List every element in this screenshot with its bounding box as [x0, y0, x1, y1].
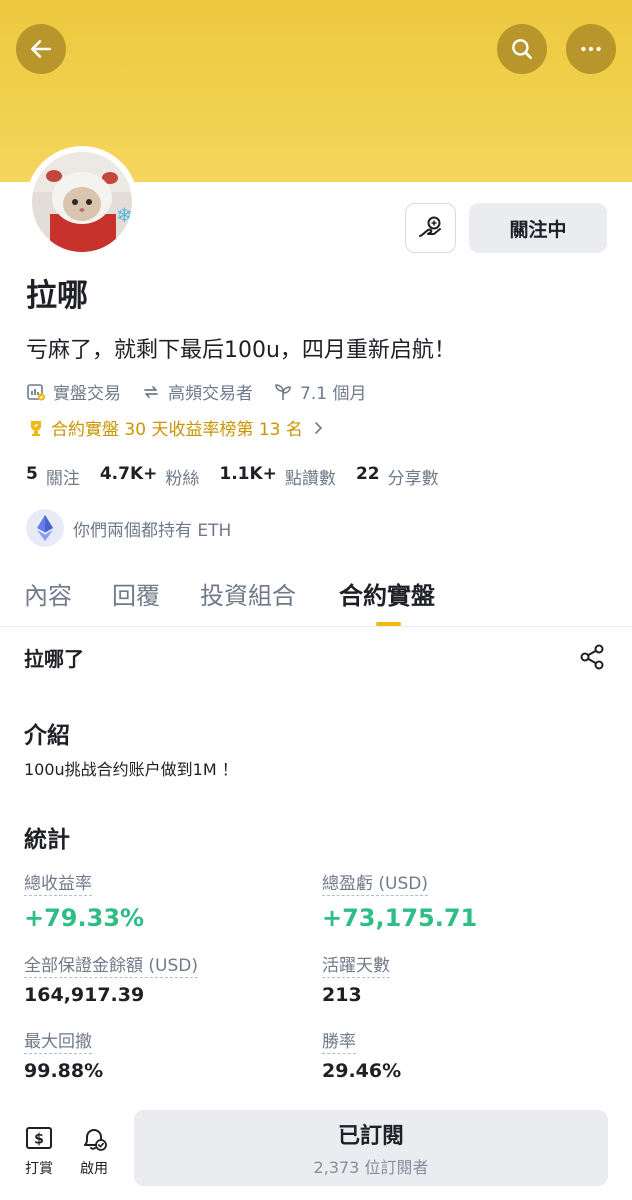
ethereum-icon — [26, 509, 64, 547]
stat-max-drawdown: 最大回撤 99.88% — [24, 1027, 103, 1082]
tag-live-trading: 實盤交易 — [26, 379, 121, 404]
stat-total-pnl: 總盈虧 (USD) +73,175.71 — [322, 869, 477, 932]
tag-label: 高頻交易者 — [168, 384, 253, 404]
tag-high-frequency: 高頻交易者 — [141, 379, 253, 404]
shared-holding-text: 你們兩個都持有 ETH — [73, 520, 232, 541]
stat-value: 213 — [322, 984, 362, 1006]
profile-tabs: 內容 回覆 投資組合 合約實盤 — [0, 572, 632, 627]
profile-name: 拉哪 — [26, 278, 88, 314]
intro-text: 100u挑战合约账户做到1M ！ — [24, 760, 238, 779]
tip-hand-coin-icon — [418, 216, 441, 237]
count-value: 1.1K+ — [219, 464, 277, 484]
chart-badge-icon — [27, 383, 46, 401]
count-label: 點讚數 — [284, 469, 336, 489]
stat-active-days: 活躍天數 213 — [322, 951, 390, 1006]
shares-count: 22 分享數 — [356, 464, 439, 489]
enable-action[interactable]: 啟用 — [79, 1124, 109, 1178]
tag-label: 實盤交易 — [53, 384, 121, 404]
following-count[interactable]: 5 關注 — [26, 464, 80, 489]
subscribe-label: 已訂閱 — [337, 1124, 404, 1149]
stat-value: 164,917.39 — [24, 984, 145, 1006]
tag-label: 7.1 個月 — [300, 384, 367, 404]
svg-text:$: $ — [34, 1132, 44, 1148]
likes-count: 1.1K+ 點讚數 — [219, 464, 336, 489]
tip-label: 打賞 — [25, 1161, 53, 1177]
share-icon[interactable] — [578, 643, 606, 671]
followers-count[interactable]: 4.7K+ 粉絲 — [100, 464, 200, 489]
profile-counts: 5 關注 4.7K+ 粉絲 1.1K+ 點讚數 22 分享數 — [26, 464, 459, 489]
subscribed-button[interactable]: 已訂閱 2,373 位訂閱者 — [134, 1110, 608, 1186]
stat-margin-balance: 全部保證金餘額 (USD) 164,917.39 — [24, 951, 198, 1006]
stat-label[interactable]: 總收益率 — [24, 869, 92, 896]
search-button[interactable] — [497, 24, 547, 74]
more-button[interactable] — [566, 24, 616, 74]
stats-heading: 統計 — [24, 827, 70, 853]
active-tab-indicator — [376, 622, 401, 626]
tip-button[interactable] — [405, 203, 456, 253]
tab-portfolio[interactable]: 投資組合 — [200, 576, 296, 611]
count-label: 粉絲 — [165, 469, 200, 489]
count-label: 關注 — [45, 469, 80, 489]
svg-text:❄: ❄ — [116, 203, 132, 227]
leaderboard-rank-link[interactable]: 合約實盤 30 天收益率榜第 13 名 — [26, 415, 330, 440]
shared-holding[interactable]: 你們兩個都持有 ETH — [26, 509, 231, 547]
count-value: 22 — [355, 464, 380, 484]
avatar-image: ❄ — [32, 152, 132, 252]
profile-tags: 實盤交易 高頻交易者 7.1 個月 — [26, 379, 386, 404]
tab-futures-live[interactable]: 合約實盤 — [339, 576, 435, 611]
back-arrow-icon — [31, 40, 51, 58]
stat-value: 29.46% — [322, 1060, 402, 1082]
following-button[interactable]: 關注中 — [469, 203, 607, 253]
tip-action[interactable]: $ 打賞 — [24, 1124, 54, 1178]
profile-bio: 亏麻了，就剩下最后100u，四月重新启航！ — [26, 338, 456, 363]
subscriber-count: 2,373 位訂閱者 — [313, 1158, 429, 1177]
stat-label[interactable]: 全部保證金餘額 (USD) — [24, 951, 198, 978]
intro-heading: 介紹 — [24, 723, 70, 749]
search-icon — [512, 39, 532, 59]
bell-check-icon — [84, 1129, 107, 1151]
count-label: 分享數 — [387, 469, 439, 489]
stat-value: +73,175.71 — [322, 904, 478, 932]
enable-label: 啟用 — [80, 1161, 108, 1177]
stat-label[interactable]: 勝率 — [322, 1027, 356, 1054]
tab-content[interactable]: 內容 — [24, 576, 72, 611]
dollar-bill-icon: $ — [26, 1127, 52, 1149]
stat-win-rate: 勝率 29.46% — [322, 1027, 401, 1082]
count-value: 4.7K+ — [99, 464, 158, 484]
stat-label[interactable]: 最大回撤 — [24, 1027, 92, 1054]
trophy-icon — [31, 420, 41, 436]
stat-value: +79.33% — [24, 904, 145, 932]
tab-replies[interactable]: 回覆 — [112, 576, 160, 611]
avatar[interactable]: ❄ — [26, 146, 138, 258]
stat-label[interactable]: 活躍天數 — [322, 951, 390, 978]
tag-duration: 7.1 個月 — [273, 379, 366, 404]
repeat-icon — [144, 385, 158, 398]
account-name: 拉哪了 — [24, 647, 84, 671]
more-icon — [581, 46, 601, 52]
count-value: 5 — [26, 464, 38, 484]
chevron-right-icon — [315, 421, 323, 434]
stat-label[interactable]: 總盈虧 (USD) — [322, 869, 428, 896]
back-button[interactable] — [16, 24, 66, 74]
bottom-action-bar: $ 打賞 啟用 已訂閱 2,373 位訂閱者 — [0, 1108, 632, 1200]
rank-text: 合約實盤 30 天收益率榜第 13 名 — [51, 420, 303, 440]
stat-value: 99.88% — [24, 1060, 104, 1082]
sprout-icon — [275, 383, 291, 400]
stat-total-roi: 總收益率 +79.33% — [24, 869, 144, 932]
